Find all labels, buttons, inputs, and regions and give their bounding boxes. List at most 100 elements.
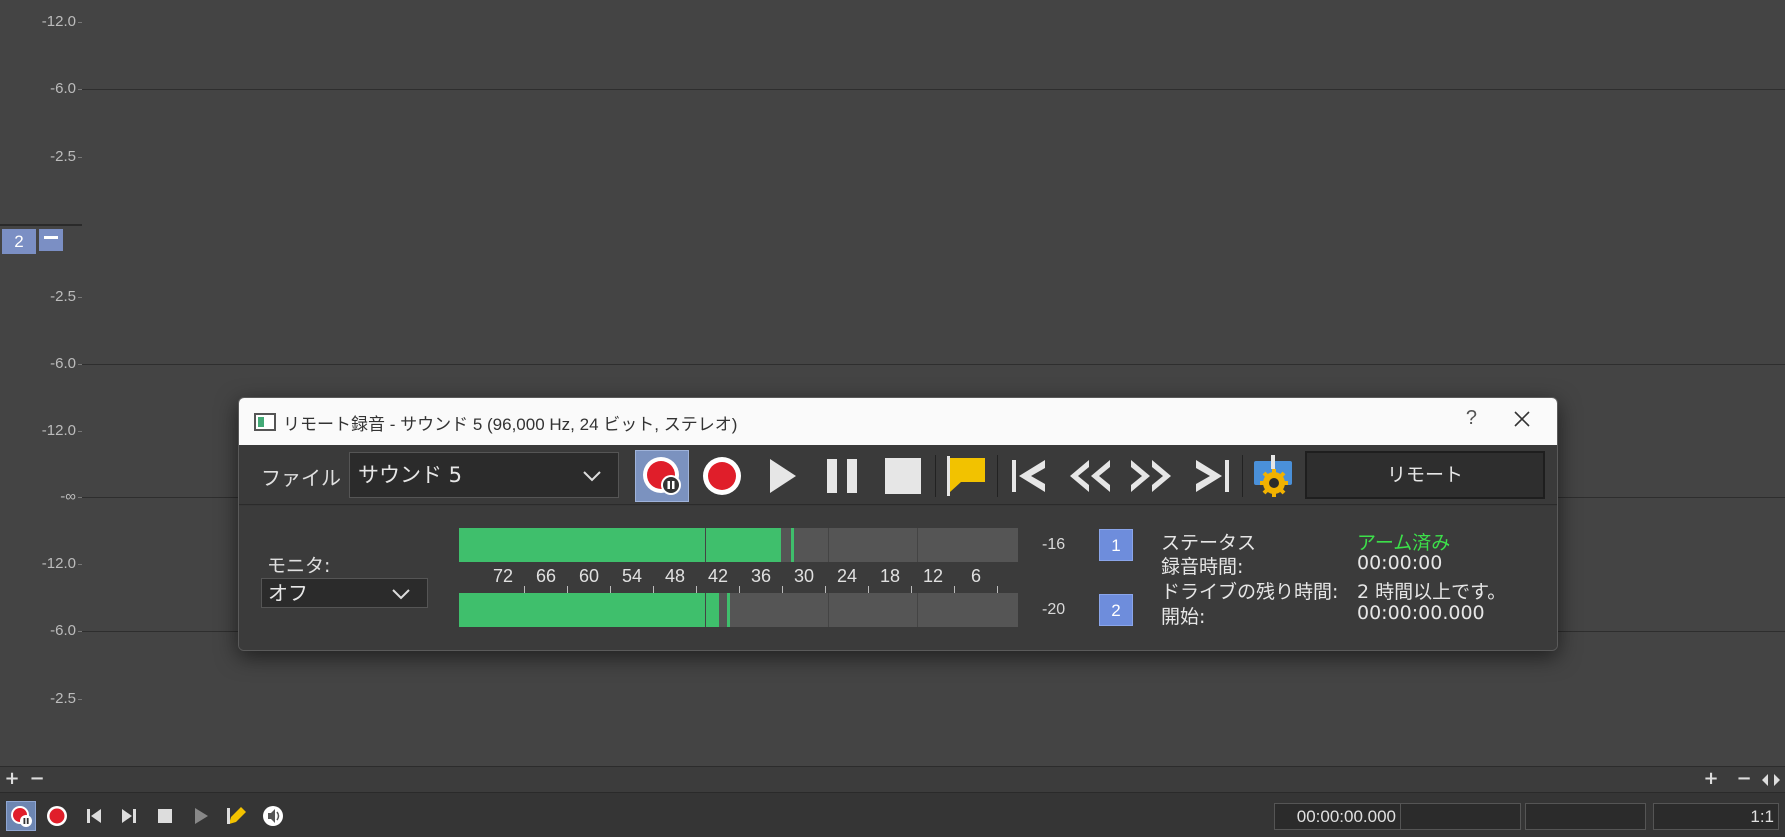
close-button[interactable] (1507, 404, 1537, 434)
go-to-end-button[interactable] (114, 801, 144, 831)
waveform-area[interactable]: -12.0 -6.0 -2.5 2 -2.5 -6.0 -12.0 -∞ -12… (0, 0, 1785, 766)
help-button[interactable]: ? (1466, 407, 1477, 430)
record-button[interactable] (695, 450, 749, 502)
zoom-in-vertical-button[interactable]: + (3, 770, 21, 788)
channel-1-toggle[interactable]: 1 (1099, 529, 1133, 561)
db-tick (78, 22, 82, 23)
file-dropdown-value: サウンド 5 (358, 463, 463, 487)
meter-division (704, 593, 706, 627)
stop-button[interactable] (876, 450, 930, 502)
meter-division (827, 528, 829, 562)
fast-forward-button[interactable] (1124, 450, 1178, 502)
start-value: 00:00:00.000 (1357, 602, 1485, 624)
meter-division (917, 593, 919, 627)
meter-scale-label: 18 (879, 566, 901, 586)
record-button[interactable] (42, 801, 72, 831)
drive-remaining-label: ドライブの残り時間: (1161, 581, 1339, 603)
meter-level-fill (459, 528, 781, 562)
go-to-end-button[interactable] (1185, 450, 1239, 502)
meter-scale-label: 12 (922, 566, 944, 586)
meter-level-fill (459, 593, 719, 627)
go-to-start-button[interactable] (1002, 450, 1056, 502)
meter-scale-tick (825, 586, 826, 593)
stop-button[interactable] (150, 801, 180, 831)
edit-tool-button[interactable] (222, 801, 252, 831)
db-label: -12.0 (41, 555, 76, 572)
level-meter-channel-2 (459, 593, 1018, 627)
marker-flag-icon (947, 456, 985, 496)
current-time-display: 00:00:00.000 (1274, 803, 1401, 830)
remote-button[interactable]: リモート (1305, 451, 1545, 499)
meter-scale-label: 54 (621, 566, 643, 586)
monitor-dropdown[interactable]: オフ (261, 578, 428, 608)
toolbar-separator (935, 455, 936, 497)
arm-record-button[interactable] (6, 801, 36, 831)
close-icon (1514, 411, 1530, 427)
meter-scale-label: 72 (492, 566, 514, 586)
meter-scale-tick (997, 586, 998, 593)
meter-scale-label: 60 (578, 566, 600, 586)
record-icon (47, 806, 67, 826)
scrub-button[interactable] (258, 801, 288, 831)
meter-scale: 72 66 60 54 48 42 36 30 24 18 12 6 (459, 566, 1018, 596)
db-tick (78, 699, 82, 700)
db-label: -2.5 (50, 148, 76, 165)
db-label: -2.5 (50, 288, 76, 305)
db-label: -6.0 (50, 355, 76, 372)
zoom-fit-icon[interactable] (1760, 771, 1782, 789)
meter-division (827, 593, 829, 627)
file-dropdown[interactable]: サウンド 5 (349, 452, 619, 498)
meter-scale-label: 6 (970, 566, 982, 586)
db-label: -∞ (60, 488, 76, 505)
db-tick (78, 431, 82, 432)
arm-record-toggle[interactable] (635, 450, 689, 502)
meter-scale-tick (911, 586, 912, 593)
db-tick (78, 564, 82, 565)
stop-icon (885, 458, 921, 494)
rewind-button[interactable] (1063, 450, 1117, 502)
db-label: -6.0 (50, 622, 76, 639)
monitor-dropdown-value: オフ (268, 581, 308, 605)
go-to-start-button[interactable] (79, 801, 109, 831)
peak-value-channel-1: -16 (1042, 536, 1066, 553)
zoom-strip: + − + − (0, 766, 1785, 792)
remote-recording-dialog: リモート録音 - サウンド 5 (96,000 Hz, 24 ビット, ステレオ… (238, 397, 1558, 651)
grid-line (82, 89, 1785, 90)
recording-settings-button[interactable] (1246, 450, 1300, 502)
db-tick (78, 297, 82, 298)
channel-separator (0, 224, 82, 226)
arm-record-icon (11, 806, 32, 827)
meter-peak-marker (726, 593, 730, 627)
monitor-label: モニタ: (267, 555, 331, 577)
meter-scale-label: 30 (793, 566, 815, 586)
db-label: -6.0 (50, 80, 76, 97)
start-label: 開始: (1161, 606, 1206, 628)
pause-icon (827, 459, 857, 493)
meter-scale-label: 36 (750, 566, 772, 586)
pencil-icon (227, 807, 246, 824)
db-tick (78, 157, 82, 158)
dialog-titlebar[interactable]: リモート録音 - サウンド 5 (96,000 Hz, 24 ビット, ステレオ… (239, 398, 1557, 445)
app-window-icon (254, 413, 276, 431)
skip-end-icon (122, 809, 136, 823)
insert-marker-button[interactable] (939, 450, 993, 502)
zoom-out-horizontal-button[interactable]: − (1735, 770, 1753, 788)
meter-scale-label: 48 (664, 566, 686, 586)
selection-end-display (1525, 803, 1646, 830)
play-icon (195, 808, 208, 824)
play-button[interactable] (755, 450, 809, 502)
channel-minimize-button[interactable] (39, 229, 63, 251)
channel-2-toggle[interactable]: 2 (1099, 594, 1133, 626)
meter-scale-label: 66 (535, 566, 557, 586)
meter-scale-tick (782, 586, 783, 593)
pause-button[interactable] (815, 450, 869, 502)
chevron-down-icon (392, 589, 410, 600)
channel-2-badge[interactable]: 2 (2, 229, 36, 254)
play-button[interactable] (186, 801, 216, 831)
zoom-in-horizontal-button[interactable]: + (1702, 770, 1720, 788)
zoom-out-vertical-button[interactable]: − (28, 770, 46, 788)
drive-remaining-value: 2 時間以上です。 (1357, 581, 1507, 603)
chevron-down-icon (583, 471, 601, 482)
skip-end-icon (1196, 460, 1229, 492)
toolbar-separator (997, 455, 998, 497)
